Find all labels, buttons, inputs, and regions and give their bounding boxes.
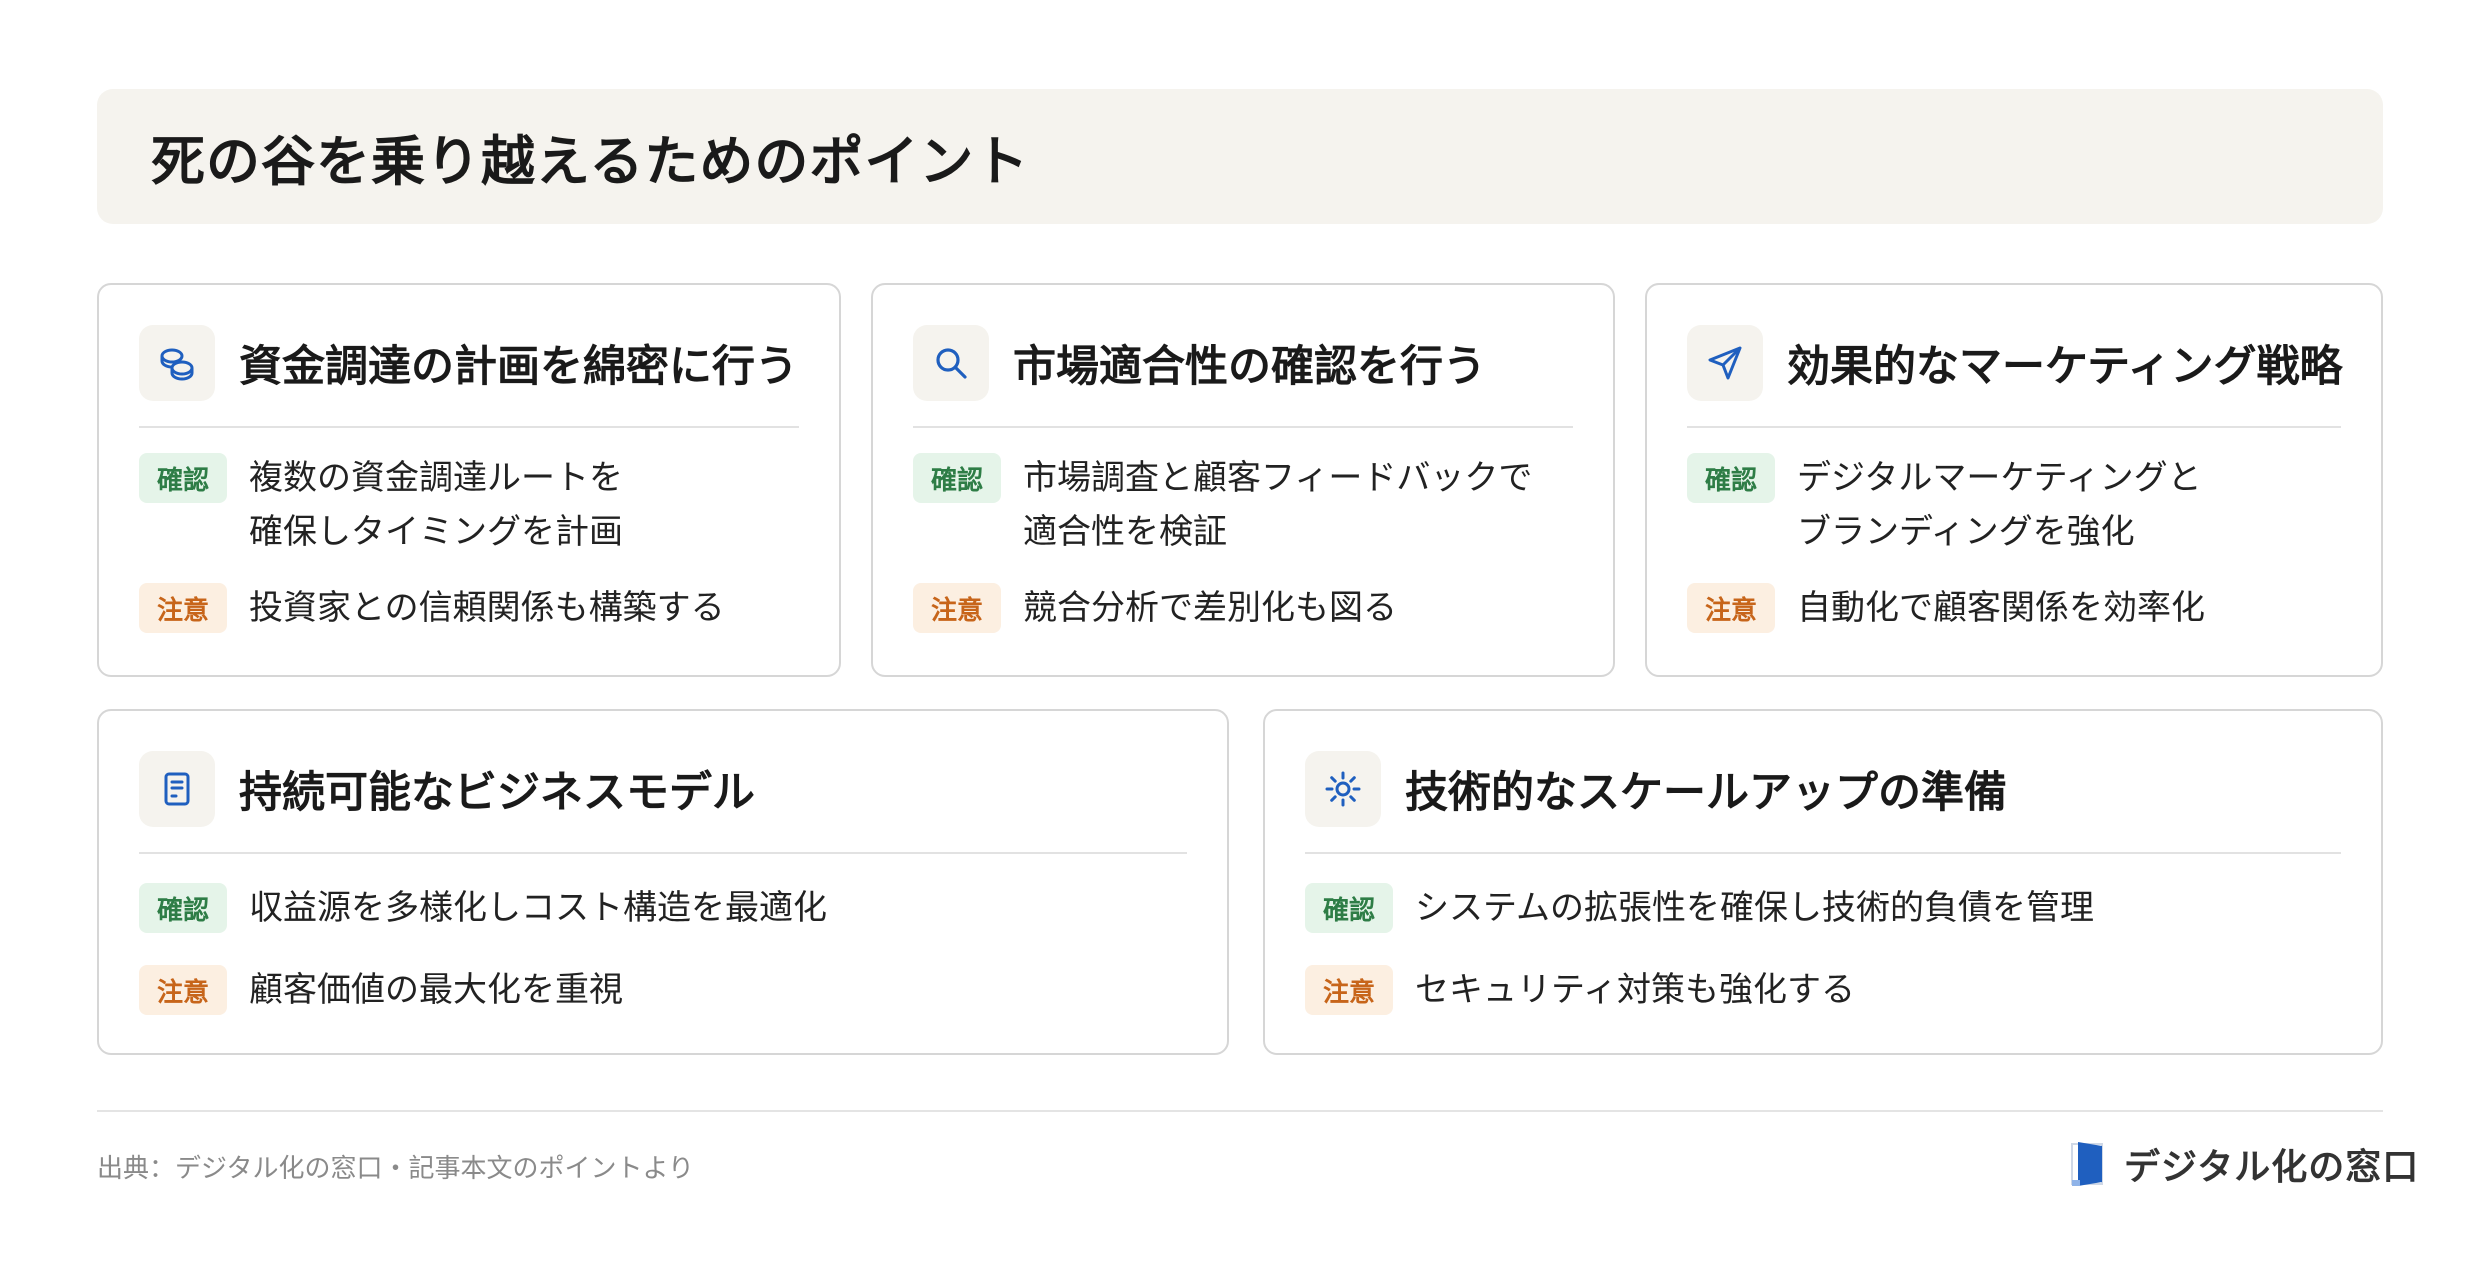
- divider: [1687, 426, 2341, 428]
- confirm-row: 確認 複数の資金調達ルートを 確保しタイミングを計画: [139, 453, 809, 559]
- card-scaleup: 技術的なスケールアップの準備 確認 システムの拡張性を確保し技術的負債を管理 注…: [1263, 709, 2383, 1055]
- card-title: 市場適合性の確認を行う: [1013, 342, 1486, 392]
- confirm-text: 市場調査と顧客フィードバックで 適合性を検証: [1023, 458, 1533, 552]
- source-note: 出典：デジタル化の窓口・記事本文のポイントより: [97, 1154, 694, 1184]
- divider: [139, 426, 799, 428]
- page-title: 死の谷を乗り越えるためのポイント: [151, 130, 1030, 193]
- search-icon: [913, 325, 989, 401]
- confirm-text: 複数の資金調達ルートを 確保しタイミングを計画: [249, 458, 623, 552]
- card-market-fit: 市場適合性の確認を行う 確認 市場調査と顧客フィードバックで 適合性を検証 注意…: [871, 283, 1615, 677]
- confirm-text: システムの拡張性を確保し技術的負債を管理: [1415, 888, 2094, 928]
- caution-text: セキュリティ対策も強化する: [1415, 970, 1855, 1010]
- card-funding: 資金調達の計画を綿密に行う 確認 複数の資金調達ルートを 確保しタイミングを計画…: [97, 283, 841, 677]
- confirm-badge: 確認: [139, 883, 227, 933]
- caution-row: 注意 セキュリティ対策も強化する: [1305, 965, 2351, 1017]
- confirm-row: 確認 システムの拡張性を確保し技術的負債を管理: [1305, 883, 2351, 935]
- card-title: 効果的なマーケティング戦略: [1787, 342, 2343, 392]
- confirm-row: 確認 デジタルマーケティングと ブランディングを強化: [1687, 453, 2351, 559]
- card-title: 持続可能なビジネスモデル: [239, 768, 755, 818]
- logo-text: デジタル化の窓口: [2124, 1147, 2420, 1188]
- title-banner: 死の谷を乗り越えるためのポイント: [97, 89, 2383, 224]
- document-icon: [139, 751, 215, 827]
- confirm-text: デジタルマーケティングと ブランディングを強化: [1797, 458, 2202, 552]
- confirm-row: 確認 収益源を多様化しコスト構造を最適化: [139, 883, 1197, 935]
- caution-text: 競合分析で差別化も図る: [1023, 588, 1397, 628]
- caution-row: 注意 自動化で顧客関係を効率化: [1687, 583, 2351, 635]
- card-title: 技術的なスケールアップの準備: [1405, 768, 2007, 818]
- confirm-badge: 確認: [1687, 453, 1775, 503]
- caution-badge: 注意: [1687, 583, 1775, 633]
- confirm-badge: 確認: [139, 453, 227, 503]
- card-marketing: 効果的なマーケティング戦略 確認 デジタルマーケティングと ブランディングを強化…: [1645, 283, 2383, 677]
- caution-text: 自動化で顧客関係を効率化: [1797, 588, 2205, 628]
- confirm-row: 確認 市場調査と顧客フィードバックで 適合性を検証: [913, 453, 1583, 559]
- caution-badge: 注意: [1305, 965, 1393, 1015]
- logo-mark-icon: [2071, 1142, 2103, 1186]
- divider: [139, 852, 1187, 854]
- card-business-model: 持続可能なビジネスモデル 確認 収益源を多様化しコスト構造を最適化 注意 顧客価…: [97, 709, 1229, 1055]
- send-icon: [1687, 325, 1763, 401]
- coins-icon: [139, 325, 215, 401]
- card-title: 資金調達の計画を綿密に行う: [239, 342, 798, 392]
- confirm-badge: 確認: [1305, 883, 1393, 933]
- footer-divider: [97, 1110, 2383, 1112]
- confirm-text: 収益源を多様化しコスト構造を最適化: [249, 888, 827, 928]
- caution-badge: 注意: [139, 583, 227, 633]
- divider: [1305, 852, 2341, 854]
- caution-row: 注意 顧客価値の最大化を重視: [139, 965, 1197, 1017]
- caution-row: 注意 競合分析で差別化も図る: [913, 583, 1583, 635]
- caution-badge: 注意: [913, 583, 1001, 633]
- caution-badge: 注意: [139, 965, 227, 1015]
- confirm-badge: 確認: [913, 453, 1001, 503]
- divider: [913, 426, 1573, 428]
- sun-icon: [1305, 751, 1381, 827]
- caution-text: 顧客価値の最大化を重視: [249, 970, 623, 1010]
- caution-row: 注意 投資家との信頼関係も構築する: [139, 583, 809, 635]
- caution-text: 投資家との信頼関係も構築する: [249, 588, 725, 628]
- brand-logo: デジタル化の窓口: [2070, 1138, 2419, 1190]
